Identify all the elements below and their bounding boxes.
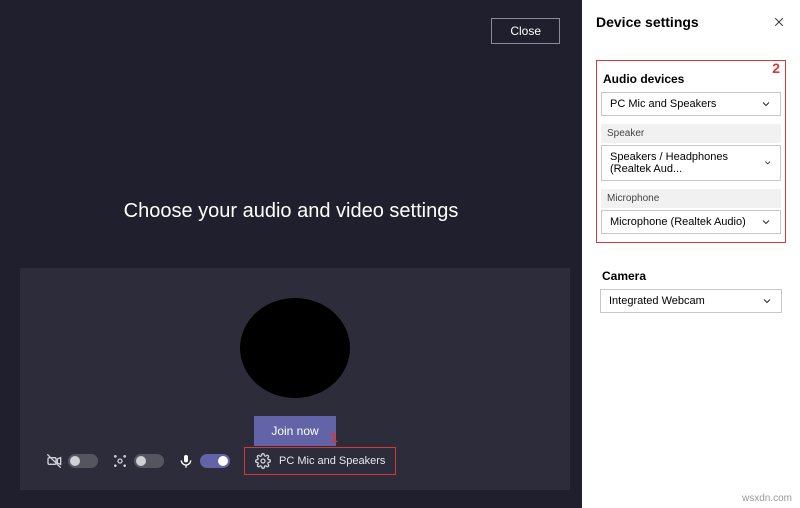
join-now-button[interactable]: Join now [254,416,336,446]
camera-value: Integrated Webcam [609,295,705,307]
close-icon[interactable] [772,15,786,29]
camera-dropdown[interactable]: Integrated Webcam [600,289,782,313]
page-title: Choose your audio and video settings [124,200,459,223]
mic-toggle[interactable] [200,454,230,468]
chevron-down-icon [763,157,772,169]
chevron-down-icon [760,98,772,110]
microphone-value: Microphone (Realtek Audio) [610,216,746,228]
settings-title: Device settings [596,14,699,30]
audio-devices-label: Audio devices [603,72,779,86]
camera-off-icon [46,453,62,469]
device-controls-bar: PC Mic and Speakers [20,446,570,476]
prejoin-panel: Close Choose your audio and video settin… [0,0,582,508]
gear-icon [255,453,271,469]
microphone-label: Microphone [601,189,781,208]
annotation-1: 1 [330,429,338,445]
mic-toggle-group [178,453,230,469]
audio-devices-dropdown[interactable]: PC Mic and Speakers [601,92,781,116]
camera-toggle[interactable] [68,454,98,468]
speaker-label: Speaker [601,124,781,143]
microphone-dropdown[interactable]: Microphone (Realtek Audio) [601,210,781,234]
chevron-down-icon [760,216,772,228]
close-button[interactable]: Close [491,18,560,44]
audio-device-selector[interactable]: PC Mic and Speakers [244,447,396,475]
chevron-down-icon [761,295,773,307]
camera-label: Camera [602,269,780,283]
mic-icon [178,453,194,469]
watermark: wsxdn.com [742,493,792,504]
blur-toggle-group [112,453,164,469]
avatar [240,298,350,398]
speaker-value: Speakers / Headphones (Realtek Aud... [610,151,763,175]
background-blur-icon [112,453,128,469]
blur-toggle[interactable] [134,454,164,468]
camera-toggle-group [46,453,98,469]
device-settings-panel: Device settings 2 Audio devices PC Mic a… [582,0,800,508]
annotation-2: 2 [772,60,780,76]
audio-devices-value: PC Mic and Speakers [610,98,716,110]
audio-settings-highlight: Audio devices PC Mic and Speakers Speake… [596,60,786,243]
audio-device-label: PC Mic and Speakers [279,455,385,467]
speaker-dropdown[interactable]: Speakers / Headphones (Realtek Aud... [601,145,781,181]
video-preview-panel: Join now 1 [20,268,570,490]
